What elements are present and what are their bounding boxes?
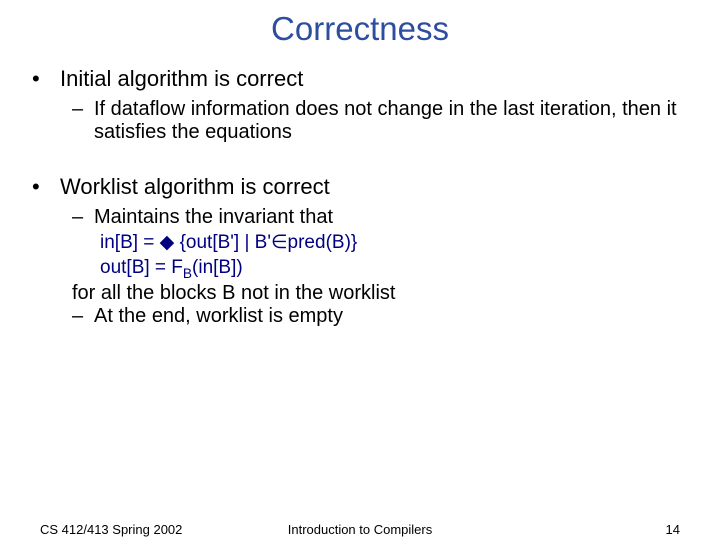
bullet-dot-icon: • — [32, 66, 60, 92]
formula2-sub: B — [183, 265, 192, 280]
bullet-level2: – If dataflow information does not chang… — [72, 98, 688, 144]
formula2-pre: out[B] = F — [100, 257, 183, 278]
after-formula-text: for all the blocks B not in the worklist — [72, 282, 688, 305]
bullet-level1: • Initial algorithm is correct — [32, 66, 688, 92]
formula1-post: {out[B'] | B'∈pred(B)} — [174, 232, 357, 253]
bullet-level1: • Worklist algorithm is correct — [32, 174, 688, 200]
sub3-text: At the end, worklist is empty — [94, 305, 343, 328]
slide-title: Correctness — [0, 0, 720, 66]
bullet2-text: Worklist algorithm is correct — [60, 174, 330, 200]
formula2-post: (in[B]) — [192, 257, 243, 278]
dash-icon: – — [72, 305, 94, 328]
bullet-level2: – Maintains the invariant that — [72, 206, 688, 229]
footer-center: Introduction to Compilers — [0, 522, 720, 537]
formula1-pre: in[B] = — [100, 232, 160, 253]
bullet1-text: Initial algorithm is correct — [60, 66, 303, 92]
footer-page-number: 14 — [666, 522, 680, 537]
dash-icon: – — [72, 206, 94, 229]
sub1-text: If dataflow information does not change … — [94, 98, 688, 144]
bullet-dot-icon: • — [32, 174, 60, 200]
formula-block: in[B] = ◆ {out[B'] | B'∈pred(B)} out[B] … — [100, 231, 688, 282]
formula-line-1: in[B] = ◆ {out[B'] | B'∈pred(B)} — [100, 231, 688, 256]
diamond-icon: ◆ — [160, 232, 175, 253]
slide-body: • Initial algorithm is correct – If data… — [0, 66, 720, 328]
sub2-text: Maintains the invariant that — [94, 206, 333, 229]
bullet-level2: – At the end, worklist is empty — [72, 305, 688, 328]
dash-icon: – — [72, 98, 94, 144]
formula-line-2: out[B] = FB(in[B]) — [100, 256, 688, 283]
